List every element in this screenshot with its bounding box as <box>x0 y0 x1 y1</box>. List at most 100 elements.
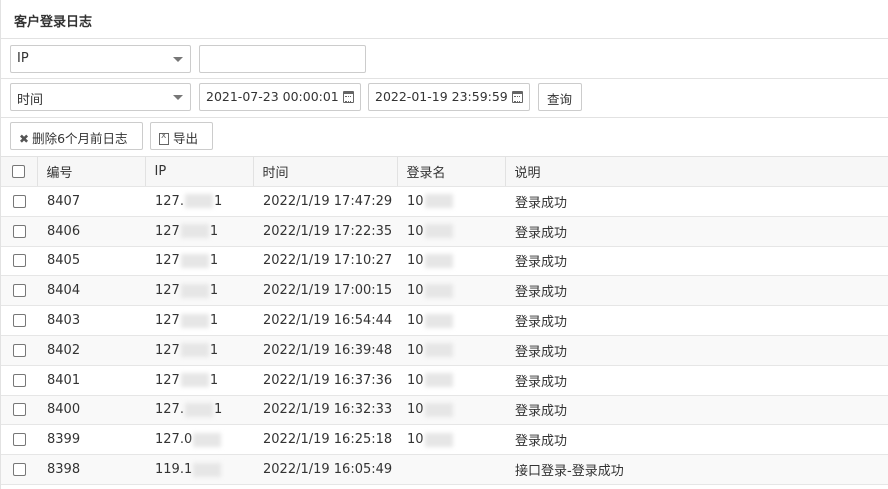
select-all-cell <box>1 156 38 187</box>
row-login: 10 <box>397 186 505 217</box>
row-checkbox[interactable] <box>13 373 26 387</box>
redacted-block <box>424 224 453 239</box>
field-select[interactable]: IP <box>10 45 191 73</box>
redacted-block <box>180 313 209 328</box>
table-row[interactable]: 8404 127 1 2022/1/19 17:00:15 10 登录成功 <box>1 275 888 307</box>
row-time: 2022/1/19 17:47:29 <box>253 186 397 217</box>
row-desc: 登录成功 <box>505 335 888 366</box>
row-id: 8401 <box>37 365 145 396</box>
export-button[interactable]: 导出 <box>150 122 213 150</box>
calendar-icon[interactable] <box>512 91 523 103</box>
column-header-time[interactable]: 时间 <box>253 156 398 187</box>
redacted-block <box>180 283 209 298</box>
column-header-desc[interactable]: 说明 <box>505 156 888 187</box>
row-desc: 接口登录-登录成功 <box>505 454 888 485</box>
end-time-input[interactable]: 2022-01-19 23:59:59 <box>368 83 530 111</box>
row-checkbox[interactable] <box>13 194 26 208</box>
table-row[interactable]: 8399 127.0 2022/1/19 16:25:18 10 登录成功 <box>1 424 888 456</box>
row-desc: 登录成功 <box>505 365 888 396</box>
row-login: 10 <box>397 365 505 396</box>
row-id: 8403 <box>37 305 145 336</box>
chevron-down-icon <box>173 57 183 62</box>
excel-export-icon <box>159 131 169 145</box>
close-icon: ✖ <box>19 132 30 146</box>
table-row[interactable]: 8403 127 1 2022/1/19 16:54:44 10 登录成功 <box>1 305 888 336</box>
row-id: 8404 <box>37 275 145 307</box>
calendar-icon[interactable] <box>343 91 354 103</box>
row-desc: 登录成功 <box>505 186 888 217</box>
row-time: 2022/1/19 16:39:48 <box>253 335 397 366</box>
field-value-input[interactable] <box>199 45 366 73</box>
row-id: 8400 <box>37 395 145 426</box>
row-checkbox[interactable] <box>13 403 26 417</box>
table-row[interactable]: 8406 127 1 2022/1/19 17:22:35 10 登录成功 <box>1 216 888 247</box>
field-select-value: IP <box>17 51 29 66</box>
redacted-block <box>180 373 209 388</box>
redacted-block <box>424 194 453 209</box>
row-login: 10 <box>397 275 505 307</box>
row-id: 8398 <box>37 454 145 485</box>
toolbar: ✖删除6个月前日志 导出 <box>1 118 888 156</box>
redacted-block <box>193 462 222 477</box>
redacted-block <box>180 253 209 268</box>
row-ip: 127 1 <box>145 275 253 307</box>
delete-old-logs-button[interactable]: ✖ 删除6个月前日志 <box>10 122 143 150</box>
redacted-block <box>424 313 453 328</box>
select-all-checkbox[interactable] <box>12 165 25 178</box>
table-row[interactable]: 8401 127 1 2022/1/19 16:37:36 10 登录成功 <box>1 365 888 396</box>
row-checkbox[interactable] <box>13 433 26 447</box>
table-row[interactable]: 8402 127 1 2022/1/19 16:39:48 10 登录成功 <box>1 335 888 366</box>
row-checkbox[interactable] <box>13 254 26 268</box>
redacted-block <box>424 373 453 388</box>
page-title: 客户登录日志 <box>1 0 888 39</box>
filter-row-ip: IP <box>1 40 888 79</box>
start-time-input[interactable]: 2021-07-23 00:00:01 <box>199 83 361 111</box>
row-checkbox[interactable] <box>13 314 26 328</box>
table-header-row: 编号 IP 时间 登录名 说明 <box>1 156 888 187</box>
row-ip: 127 1 <box>145 365 253 396</box>
row-login: 10 <box>397 305 505 336</box>
row-checkbox[interactable] <box>13 463 26 477</box>
row-time: 2022/1/19 17:00:15 <box>253 275 397 307</box>
login-log-table: 编号 IP 时间 登录名 说明 8407 127. 1 2022/1/19 17:… <box>1 156 888 485</box>
row-ip: 127. 1 <box>145 186 253 217</box>
row-ip: 127 1 <box>145 305 253 336</box>
redacted-block <box>193 432 222 447</box>
redacted-block <box>424 402 453 417</box>
row-id: 8407 <box>37 186 145 217</box>
row-login: 10 <box>397 335 505 366</box>
row-time: 2022/1/19 16:25:18 <box>253 424 397 456</box>
row-login <box>397 454 505 485</box>
table-row[interactable]: 8400 127. 1 2022/1/19 16:32:33 10 登录成功 <box>1 395 888 426</box>
query-button[interactable]: 查询 <box>538 83 582 111</box>
row-time: 2022/1/19 16:32:33 <box>253 395 397 426</box>
redacted-block <box>180 224 209 239</box>
row-time: 2022/1/19 17:10:27 <box>253 246 397 277</box>
filter-row-time: 时间 2021-07-23 00:00:01 2022-01-19 23:59:… <box>1 79 888 118</box>
column-header-ip[interactable]: IP <box>145 156 254 187</box>
row-checkbox[interactable] <box>13 224 26 238</box>
redacted-block <box>424 283 453 298</box>
table-row[interactable]: 8398 119.1 2022/1/19 16:05:49 接口登录-登录成功 <box>1 454 888 485</box>
row-login: 10 <box>397 424 505 456</box>
row-desc: 登录成功 <box>505 246 888 277</box>
row-checkbox[interactable] <box>13 284 26 298</box>
row-time: 2022/1/19 16:54:44 <box>253 305 397 336</box>
table-row[interactable]: 8407 127. 1 2022/1/19 17:47:29 10 登录成功 <box>1 186 888 217</box>
column-header-login[interactable]: 登录名 <box>397 156 506 187</box>
row-id: 8406 <box>37 216 145 247</box>
row-ip: 127 1 <box>145 335 253 366</box>
row-ip: 119.1 <box>145 454 253 485</box>
row-checkbox[interactable] <box>13 343 26 357</box>
row-desc: 登录成功 <box>505 216 888 247</box>
row-id: 8405 <box>37 246 145 277</box>
column-header-id[interactable]: 编号 <box>37 156 146 187</box>
table-row[interactable]: 8405 127 1 2022/1/19 17:10:27 10 登录成功 <box>1 246 888 277</box>
row-id: 8402 <box>37 335 145 366</box>
row-ip: 127. 1 <box>145 395 253 426</box>
time-select[interactable]: 时间 <box>10 83 191 111</box>
row-time: 2022/1/19 16:37:36 <box>253 365 397 396</box>
chevron-down-icon <box>173 95 183 100</box>
redacted-block <box>180 343 209 358</box>
row-id: 8399 <box>37 424 145 456</box>
